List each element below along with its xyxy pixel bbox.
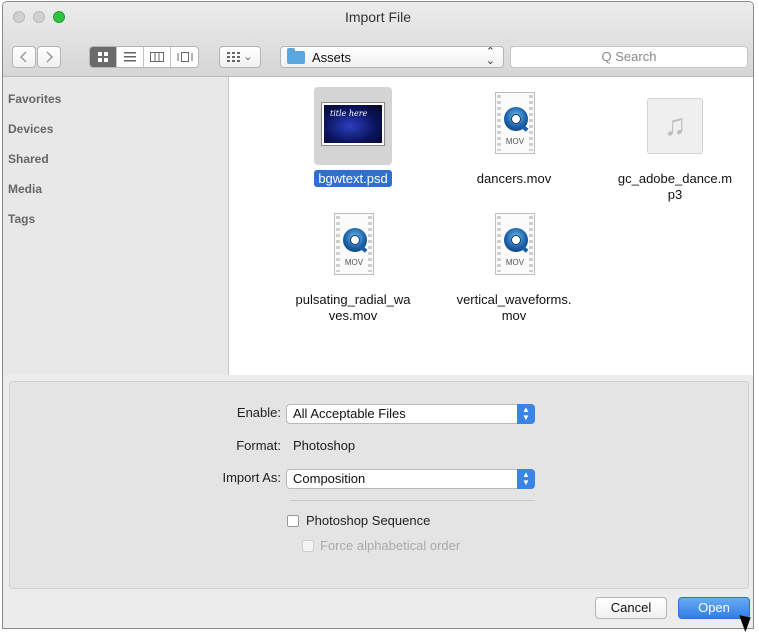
file-item-pulsating-radial-waves[interactable]: MOV pulsating_radial_wa ves.mov (273, 208, 433, 324)
file-item-dancers[interactable]: MOV dancers.mov (434, 87, 594, 187)
column-view-icon (150, 52, 164, 62)
icon-view-icon (98, 52, 108, 62)
file-badge: MOV (505, 258, 525, 267)
file-item-vertical-waveforms[interactable]: MOV vertical_waveforms. mov (434, 208, 594, 324)
column-view-button[interactable] (144, 47, 171, 67)
thumbnail-text: title here (330, 109, 368, 118)
import-file-dialog: Import File ⌄ Assets ⌃ ⌄ Q Search Favori… (2, 1, 754, 629)
format-value: Photoshop (293, 438, 356, 453)
file-name: gc_adobe_dance.m p3 (617, 171, 733, 202)
file-thumbnail: MOV (475, 208, 553, 286)
file-thumbnail: MOV (475, 87, 553, 165)
import-as-value: Composition (293, 471, 366, 486)
list-view-button[interactable] (117, 47, 144, 67)
quicktime-movie-icon: MOV (334, 213, 374, 275)
photoshop-sequence-checkbox[interactable] (287, 515, 299, 527)
import-as-popup[interactable]: Composition ▲ ▼ (286, 469, 535, 489)
force-alphabetical-label: Force alphabetical order (320, 538, 461, 553)
arrange-button[interactable]: ⌄ (219, 46, 261, 68)
import-as-label: Import As: (222, 470, 281, 485)
file-item-bgwtext[interactable]: title here bgwtext.psd (273, 87, 433, 187)
file-thumbnail: ♫ (636, 87, 714, 165)
photoshop-sequence-label: Photoshop Sequence (306, 513, 431, 528)
location-popup[interactable]: Assets ⌃ ⌄ (280, 46, 504, 68)
sidebar-item-shared[interactable]: Shared (8, 152, 49, 166)
quicktime-movie-icon: MOV (495, 213, 535, 275)
window-title: Import File (344, 9, 412, 25)
file-badge: MOV (505, 137, 525, 146)
list-view-icon (124, 52, 136, 62)
file-name: dancers.mov (476, 171, 552, 186)
file-name: vertical_waveforms. mov (456, 292, 572, 323)
file-badge: MOV (344, 258, 364, 267)
enable-value: All Acceptable Files (293, 406, 406, 421)
sidebar-item-media[interactable]: Media (8, 182, 42, 196)
forward-button[interactable] (37, 46, 61, 68)
file-thumbnail: MOV (314, 208, 392, 286)
quicktime-movie-icon: MOV (495, 92, 535, 154)
cancel-button[interactable]: Cancel (595, 597, 667, 619)
file-name: pulsating_radial_wa ves.mov (295, 292, 411, 323)
coverflow-view-button[interactable] (171, 47, 198, 67)
file-item-gc-adobe-dance[interactable]: ♫ gc_adobe_dance.m p3 (595, 87, 753, 203)
arrange-grid-icon (227, 52, 241, 62)
chevron-down-icon: ⌄ (243, 51, 253, 63)
sidebar: Favorites Devices Shared Media Tags (3, 77, 229, 375)
search-field[interactable]: Q Search (510, 46, 748, 68)
format-label: Format: (236, 438, 281, 453)
divider (290, 500, 535, 501)
sidebar-item-devices[interactable]: Devices (8, 122, 53, 136)
updown-arrows-icon: ▲ ▼ (517, 404, 535, 424)
updown-arrows-icon: ▲ ▼ (517, 469, 535, 489)
music-note-icon: ♫ (647, 98, 703, 154)
folder-icon (287, 48, 305, 64)
enable-popup[interactable]: All Acceptable Files ▲ ▼ (286, 404, 535, 424)
back-button[interactable] (12, 46, 36, 68)
title-bar: Import File ⌄ Assets ⌃ ⌄ Q Search (3, 2, 753, 77)
icon-view-button[interactable] (90, 47, 117, 67)
psd-thumbnail: title here (322, 103, 384, 145)
import-options-panel: Enable: All Acceptable Files ▲ ▼ Format: … (9, 381, 749, 589)
chevron-right-icon (46, 51, 53, 63)
coverflow-view-icon (177, 52, 192, 62)
file-browser: title here bgwtext.psd MOV dancers.mov ♫… (229, 77, 753, 375)
view-mode-segmented-control (89, 46, 199, 68)
sidebar-item-favorites[interactable]: Favorites (8, 92, 61, 106)
enable-label: Enable: (236, 405, 281, 420)
file-name: bgwtext.psd (314, 170, 392, 187)
location-label: Assets (312, 50, 352, 65)
chevron-left-icon (20, 51, 27, 63)
force-alphabetical-checkbox (302, 540, 314, 552)
sidebar-item-tags[interactable]: Tags (8, 212, 35, 226)
file-thumbnail: title here (314, 87, 392, 165)
updown-chevron-icon: ⌃ ⌄ (485, 46, 495, 67)
